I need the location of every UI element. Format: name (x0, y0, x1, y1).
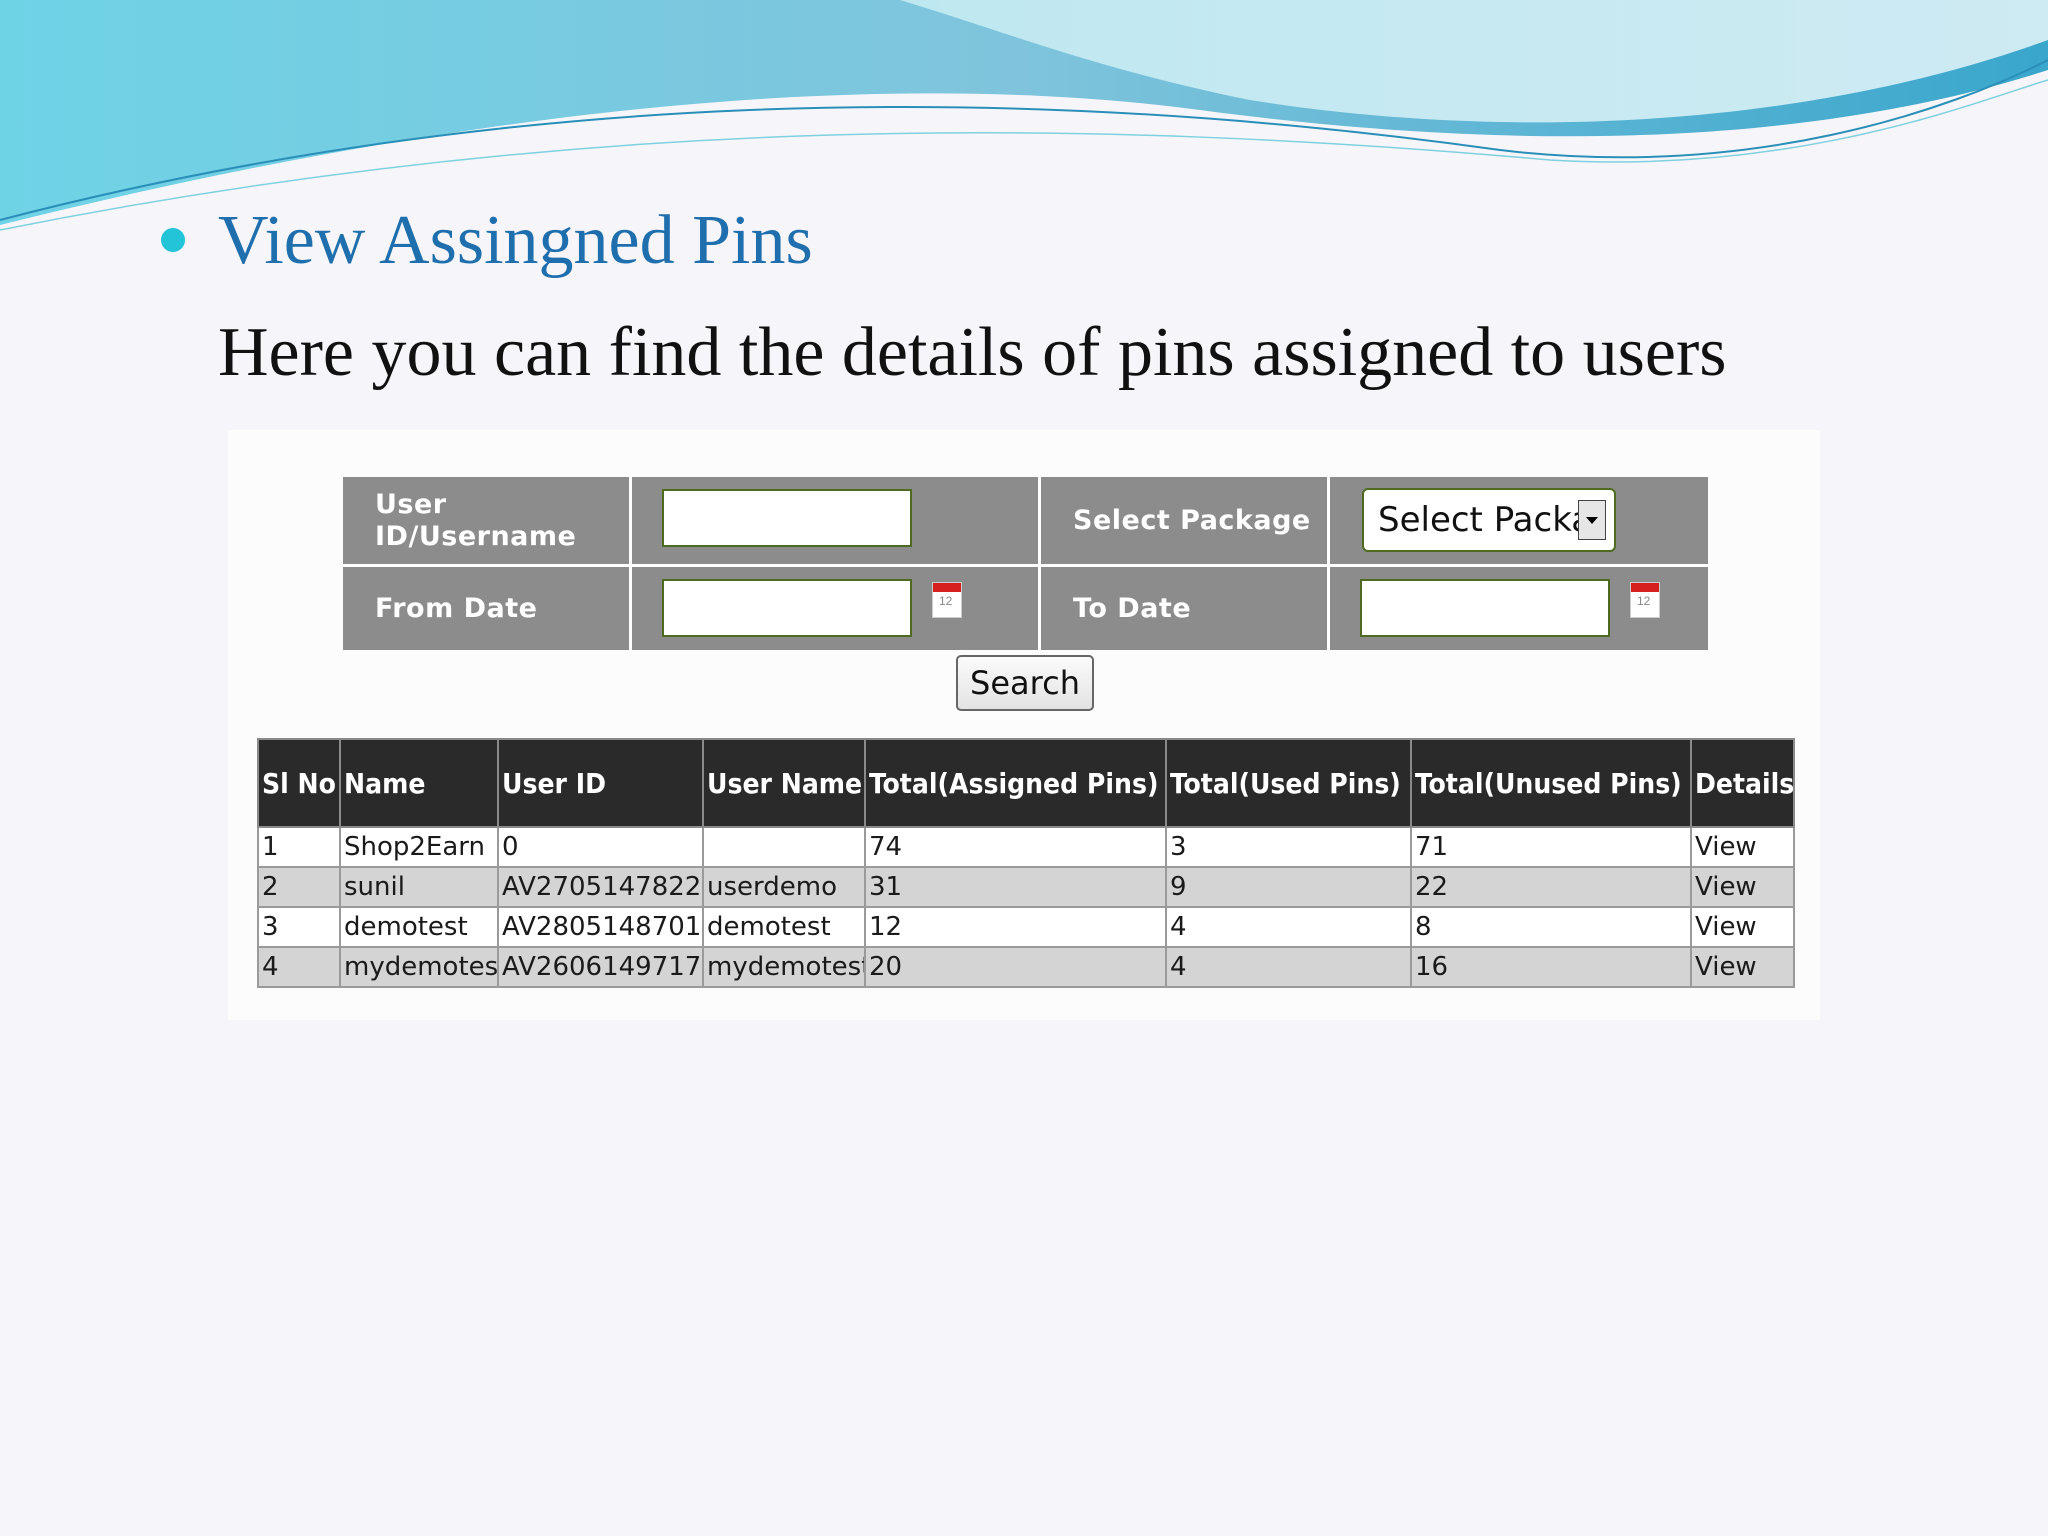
table-cell: 2 (257, 866, 341, 908)
table-cell (702, 826, 866, 868)
table-cell: sunil (339, 866, 499, 908)
to-date-label-cell: To Date (1041, 567, 1327, 650)
table-cell: mydemotest (702, 946, 866, 988)
table-cell: 3 (1165, 826, 1412, 868)
table-row: 3 demotest AV28051487011 demotest 12 4 8… (257, 906, 1795, 948)
table-cell: demotest (702, 906, 866, 948)
table-cell: 4 (257, 946, 341, 988)
table-cell: 74 (864, 826, 1167, 868)
table-cell: 22 (1410, 866, 1692, 908)
table-cell: 3 (257, 906, 341, 948)
table-cell: AV28051487011 (497, 906, 704, 948)
user-id-label: User ID/Username (375, 488, 577, 552)
column-header: Total(Used Pins) (1165, 738, 1412, 828)
column-header: Total(Unused Pins) (1410, 738, 1692, 828)
package-select[interactable]: Select Package (1362, 488, 1616, 552)
table-cell: 16 (1410, 946, 1692, 988)
assigned-pins-table: Sl No Name User ID User Name Total(Assig… (257, 738, 1795, 988)
table-cell: AV2705147822 (497, 866, 704, 908)
from-date-label: From Date (375, 592, 538, 624)
view-link[interactable]: View (1690, 866, 1795, 908)
table-cell: 4 (1165, 906, 1412, 948)
table-cell: 71 (1410, 826, 1692, 868)
column-header: Details (1690, 738, 1795, 828)
table-cell: 12 (864, 906, 1167, 948)
search-form: User ID/Username Select Package Select P… (343, 477, 1708, 650)
column-header: Sl No (257, 738, 341, 828)
view-link[interactable]: View (1690, 906, 1795, 948)
package-label: Select Package (1073, 504, 1311, 536)
user-id-input-cell (632, 477, 1038, 564)
user-id-label-cell: User ID/Username (343, 477, 629, 564)
table-cell: Shop2Earn (339, 826, 499, 868)
column-header: Total(Assigned Pins) (864, 738, 1167, 828)
to-date-input-cell (1330, 567, 1708, 650)
table-cell: 31 (864, 866, 1167, 908)
bullet-icon (161, 228, 185, 252)
calendar-icon[interactable] (1630, 582, 1660, 618)
table-cell: 20 (864, 946, 1167, 988)
table-header-row: Sl No Name User ID User Name Total(Assig… (257, 738, 1795, 828)
table-cell: AV2606149717 (497, 946, 704, 988)
column-header: User ID (497, 738, 704, 828)
to-date-label: To Date (1073, 592, 1192, 624)
table-row: 4 mydemotest AV2606149717 mydemotest 20 … (257, 946, 1795, 988)
column-header: Name (339, 738, 499, 828)
table-cell: 9 (1165, 866, 1412, 908)
search-button[interactable]: Search (956, 655, 1094, 711)
table-cell: userdemo (702, 866, 866, 908)
slide-subtitle: Here you can find the details of pins as… (218, 314, 1727, 391)
table-cell: 0 (497, 826, 704, 868)
table-cell: mydemotest (339, 946, 499, 988)
calendar-icon[interactable] (932, 582, 962, 618)
user-id-input[interactable] (662, 489, 912, 547)
from-date-input-cell (632, 567, 1038, 650)
table-cell: 8 (1410, 906, 1692, 948)
from-date-label-cell: From Date (343, 567, 629, 650)
package-select-value: Select Package (1378, 500, 1578, 540)
table-cell: demotest (339, 906, 499, 948)
table-row: 1 Shop2Earn 0 74 3 71 View (257, 826, 1795, 868)
package-label-cell: Select Package (1041, 477, 1327, 564)
chevron-down-icon[interactable] (1578, 500, 1606, 540)
to-date-input[interactable] (1360, 579, 1610, 637)
table-cell: 4 (1165, 946, 1412, 988)
table-row: 2 sunil AV2705147822 userdemo 31 9 22 Vi… (257, 866, 1795, 908)
package-select-cell: Select Package (1330, 477, 1708, 564)
table-cell: 1 (257, 826, 341, 868)
from-date-input[interactable] (662, 579, 912, 637)
column-header: User Name (702, 738, 866, 828)
view-link[interactable]: View (1690, 826, 1795, 868)
view-link[interactable]: View (1690, 946, 1795, 988)
slide-heading: View Assingned Pins (218, 202, 813, 279)
